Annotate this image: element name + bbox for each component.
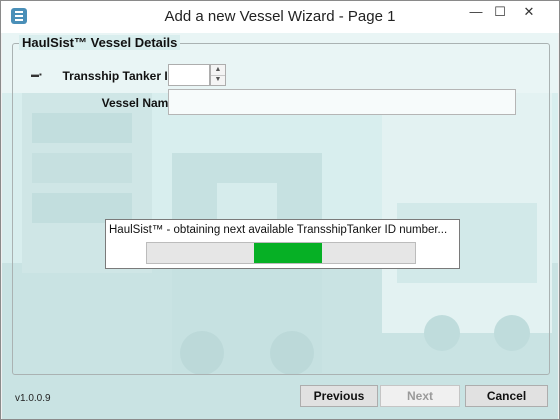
wizard-window: Add a new Vessel Wizard - Page 1 — ☐ ✕ H… — [0, 0, 560, 420]
next-button[interactable]: Next — [380, 385, 460, 407]
vessel-name-label: Vessel Name — [101, 96, 175, 110]
chevron-down-icon[interactable]: ▼ — [211, 75, 225, 85]
previous-button[interactable]: Previous — [300, 385, 378, 407]
close-button[interactable]: ✕ — [506, 1, 552, 25]
progress-dialog: HaulSist™ - obtaining next available Tra… — [105, 219, 460, 269]
vessel-details-group: HaulSist™ Vessel Details ▬▪ Transship Ta… — [12, 35, 550, 375]
vessel-name-input[interactable] — [168, 89, 516, 115]
progress-bar — [146, 242, 416, 264]
group-legend: HaulSist™ Vessel Details — [19, 35, 181, 50]
tanker-id-spinner[interactable]: ▲ ▼ — [210, 64, 226, 86]
tanker-id-label: Transship Tanker Id — [62, 69, 175, 83]
progress-message: HaulSist™ - obtaining next available Tra… — [109, 224, 448, 236]
version-label: v1.0.0.9 — [15, 393, 51, 404]
tanker-id-input[interactable] — [168, 64, 210, 86]
tanker-icon: ▬▪ — [31, 70, 42, 79]
title-bar: Add a new Vessel Wizard - Page 1 — ☐ ✕ — [1, 1, 559, 33]
wizard-client-area: HaulSist™ Vessel Details ▬▪ Transship Ta… — [2, 33, 558, 419]
progress-bar-fill — [254, 243, 322, 263]
cancel-button[interactable]: Cancel — [465, 385, 548, 407]
